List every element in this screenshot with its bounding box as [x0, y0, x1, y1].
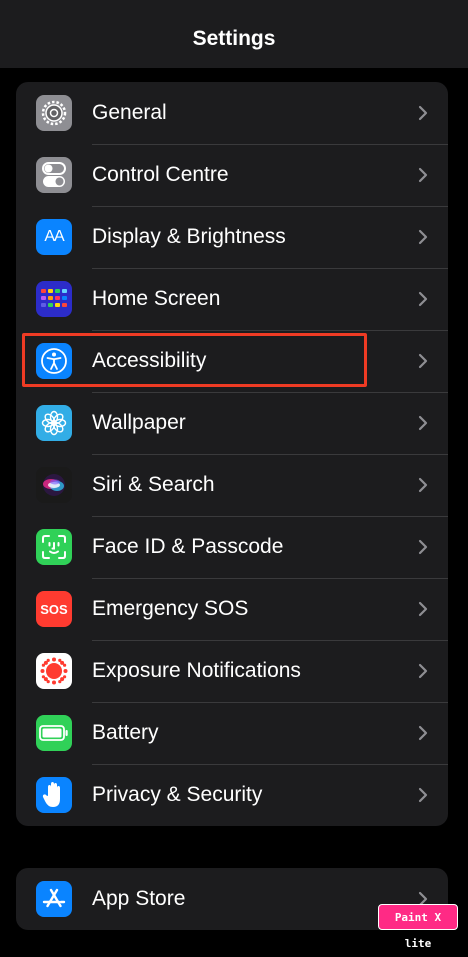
chevron-right-icon: [418, 477, 428, 493]
sos-icon: SOS: [36, 591, 72, 627]
settings-item-label: App Store: [92, 887, 186, 910]
settings-item-label: Accessibility: [92, 349, 207, 372]
settings-item-control-centre[interactable]: Control Centre: [16, 144, 448, 206]
settings-item-label: Exposure Notifications: [92, 659, 301, 682]
settings-item-label: Battery: [92, 721, 159, 744]
settings-item-display-brightness[interactable]: AA Display & Brightness: [16, 206, 448, 268]
settings-item-home-screen[interactable]: Home Screen: [16, 268, 448, 330]
page-title: Settings: [192, 27, 276, 50]
chevron-right-icon: [418, 167, 428, 183]
settings-item-emergency-sos[interactable]: SOS Emergency SOS: [16, 578, 448, 640]
app-grid-icon: [36, 281, 72, 317]
chevron-right-icon: [418, 787, 428, 803]
chevron-right-icon: [418, 725, 428, 741]
settings-item-general[interactable]: General: [16, 82, 448, 144]
settings-item-siri-search[interactable]: Siri & Search: [16, 454, 448, 516]
flower-icon: [36, 405, 72, 441]
chevron-right-icon: [418, 663, 428, 679]
accessibility-icon: [36, 343, 72, 379]
settings-item-label: Emergency SOS: [92, 597, 249, 620]
settings-item-label: Wallpaper: [92, 411, 186, 434]
watermark-badge: Paint X lite: [378, 904, 458, 950]
settings-item-face-id-passcode[interactable]: Face ID & Passcode: [16, 516, 448, 578]
gear-icon: [36, 95, 72, 131]
chevron-right-icon: [418, 353, 428, 369]
chevron-right-icon: [418, 291, 428, 307]
settings-item-label: Control Centre: [92, 163, 229, 186]
settings-item-label: Privacy & Security: [92, 783, 263, 806]
app-store-icon: [36, 881, 72, 917]
navigation-bar: Settings: [0, 0, 468, 68]
siri-icon: [36, 467, 72, 503]
settings-item-exposure-notifications[interactable]: Exposure Notifications: [16, 640, 448, 702]
text-size-icon: AA: [36, 219, 72, 255]
toggles-icon: [36, 157, 72, 193]
face-id-icon: [36, 529, 72, 565]
settings-item-battery[interactable]: Battery: [16, 702, 448, 764]
settings-item-label: Face ID & Passcode: [92, 535, 284, 558]
settings-item-privacy-security[interactable]: Privacy & Security: [16, 764, 448, 826]
settings-item-label: General: [92, 101, 167, 124]
chevron-right-icon: [418, 415, 428, 431]
settings-item-wallpaper[interactable]: Wallpaper: [16, 392, 448, 454]
chevron-right-icon: [418, 539, 428, 555]
exposure-icon: [36, 653, 72, 689]
settings-item-label: Home Screen: [92, 287, 221, 310]
settings-item-label: Display & Brightness: [92, 225, 286, 248]
battery-icon: [36, 715, 72, 751]
settings-item-label: Siri & Search: [92, 473, 215, 496]
chevron-right-icon: [418, 105, 428, 121]
settings-group-main: General Control Centre AA Display & Brig…: [16, 82, 448, 826]
hand-icon: [36, 777, 72, 813]
chevron-right-icon: [418, 601, 428, 617]
chevron-right-icon: [418, 229, 428, 245]
settings-item-accessibility[interactable]: Accessibility: [16, 330, 448, 392]
